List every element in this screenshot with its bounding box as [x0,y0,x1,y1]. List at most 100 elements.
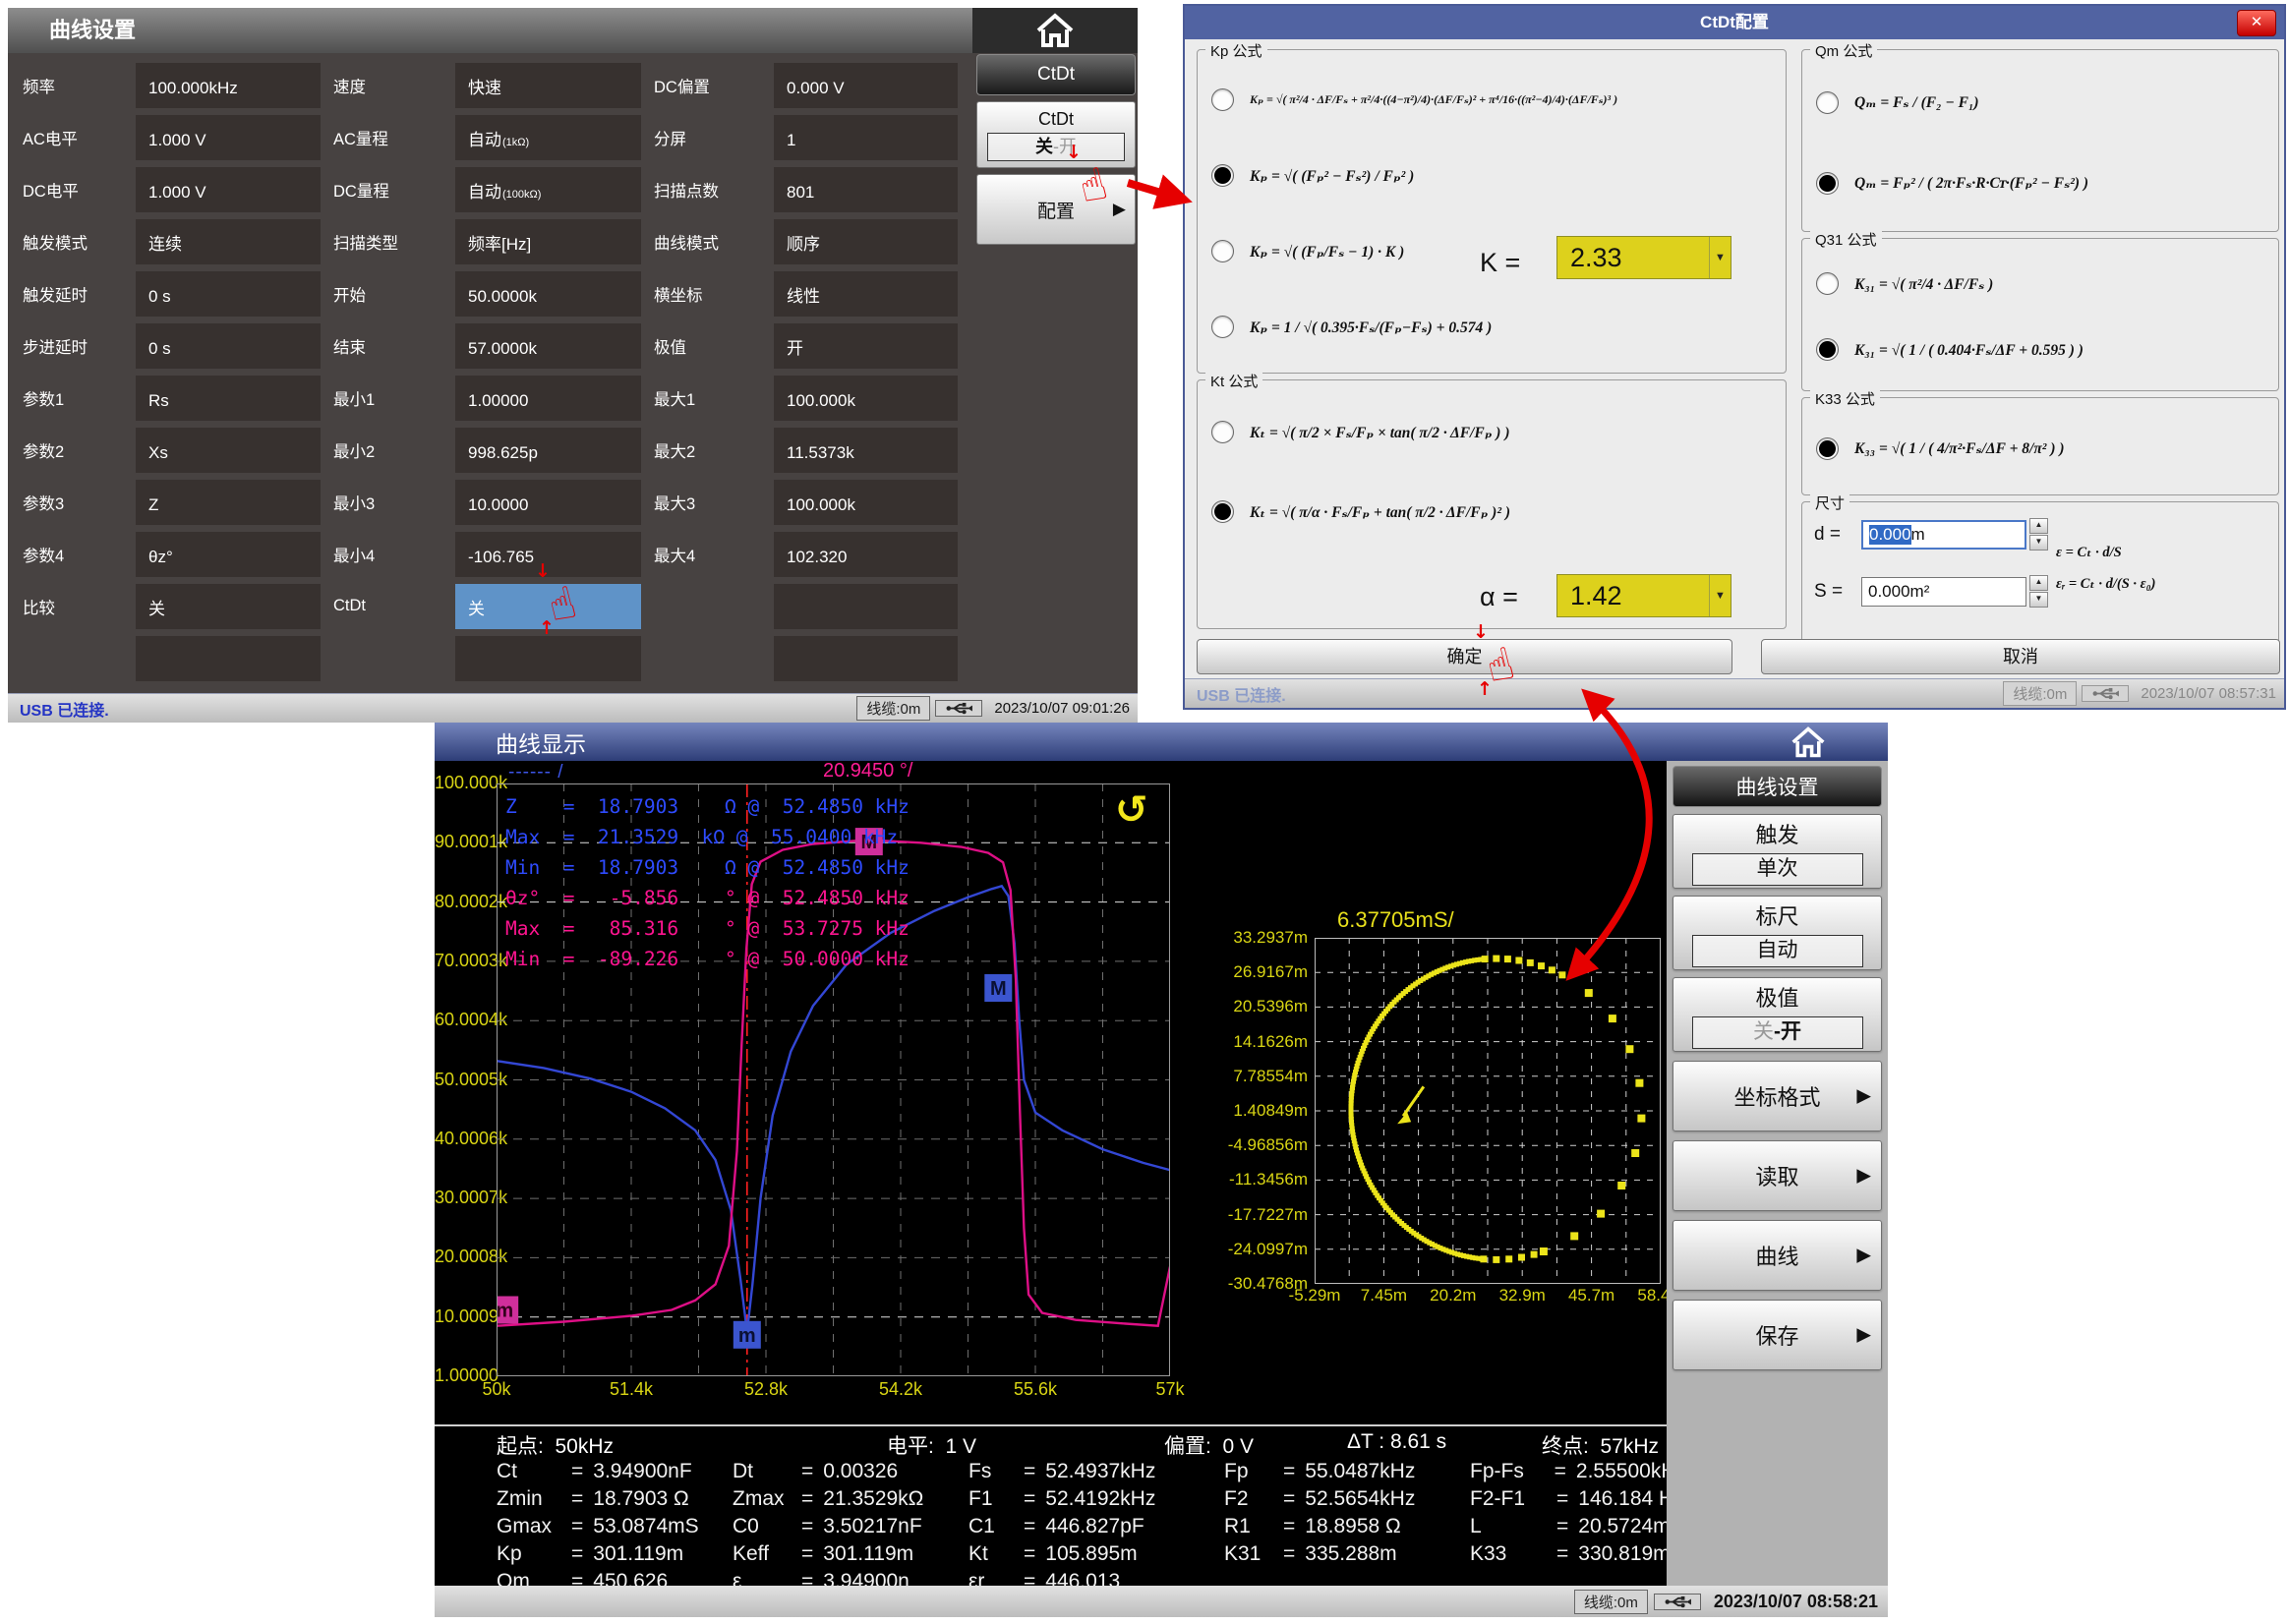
circle-y-tick: 26.9167m [1213,962,1308,982]
q31-group-label: Q31 公式 [1810,229,1882,250]
dropdown-arrow-icon[interactable]: ▼ [1709,237,1731,278]
ok-button[interactable]: 确定 [1197,639,1732,674]
setting-value-r7c6[interactable]: 100.000k [774,376,958,421]
kp-radio-1[interactable] [1211,164,1234,187]
setting-value-r5c2[interactable]: 0 s [136,271,321,317]
readout-line: Z = 18.7903 Ω @ 52.4850 kHz [505,791,910,822]
kt-option-1[interactable]: Kₜ = √( π/α · Fₛ/Fₚ + tan( π/2 · ΔF/Fₚ )… [1198,500,1786,523]
thickness-stepper[interactable]: ▲▼ [2029,518,2048,551]
setting-value-r7c2[interactable]: Rs [136,376,321,421]
setting-value-r1c4[interactable]: 快速 [455,63,641,108]
setting-label-r2c3: AC量程 [323,111,455,163]
setting-value-r2c2[interactable]: 1.000 V [136,115,321,160]
setting-value-r11c6[interactable] [774,584,958,629]
qm-option-1[interactable]: Qₘ = Fₚ² / ( 2π·Fₛ·R·Cᴛ·(Fₚ² − Fₛ²) ) [1802,172,2278,195]
area-label: S = [1814,581,1861,603]
cancel-button[interactable]: 取消 [1761,639,2280,674]
setting-value-r8c4[interactable]: 998.625p [455,428,641,473]
sidebar-item-curve-settings[interactable]: 曲线设置 [1673,766,1882,807]
setting-value-r12c6[interactable] [774,636,958,681]
setting-value-r9c2[interactable]: Z [136,480,321,525]
close-icon[interactable]: ✕ [2237,10,2276,36]
qm-radio-1[interactable] [1816,172,1839,195]
k33-radio-0[interactable] [1816,437,1839,460]
kp-option-1[interactable]: Kₚ = √( (Fₚ² − Fₛ²) / Fₚ² ) [1198,164,1786,187]
setting-value-r4c4[interactable]: 频率[Hz] [455,219,641,264]
kp-radio-2[interactable] [1211,240,1234,262]
read-button[interactable]: 读取 ▶ [1673,1140,1882,1211]
setting-value-r11c4[interactable]: 关 [455,584,641,629]
k-coefficient-select[interactable]: 2.33 ▼ [1556,236,1731,279]
setting-value-r9c6[interactable]: 100.000k [774,480,958,525]
thickness-field[interactable]: 0.000m [1861,520,2026,550]
circle-y-tick: 7.78554m [1213,1067,1308,1086]
setting-value-r9c4[interactable]: 10.0000 [455,480,641,525]
q31-option-0[interactable]: K₃₁ = √( π²/4 · ΔF/Fₛ ) [1802,272,2278,295]
setting-value-r12c2[interactable] [136,636,321,681]
setting-label-r9c3: 最小3 [323,476,455,528]
setting-value-r10c6[interactable]: 102.320 [774,532,958,577]
setting-value-r4c6[interactable]: 顺序 [774,219,958,264]
kt-radio-1[interactable] [1211,500,1234,523]
qm-formula-1: Qₘ = Fₚ² / ( 2π·Fₛ·R·Cᴛ·(Fₚ² − Fₛ²) ) [1854,173,2088,193]
setting-value-r2c6[interactable]: 1 [774,115,958,160]
kt-radio-0[interactable] [1211,421,1234,443]
setting-value-r8c2[interactable]: Xs [136,428,321,473]
kp-option-0[interactable]: Kₚ = √( π²/4 · ΔF/Fₛ + π²/4·((4−π²)/4)·(… [1198,88,1786,111]
thickness-label: d = [1814,524,1861,546]
setting-value-r6c4[interactable]: 57.0000k [455,323,641,369]
kp-radio-0[interactable] [1211,88,1234,111]
qm-option-0[interactable]: Qₘ = Fₛ / (F₂ − F₁) [1802,91,2278,114]
setting-label-r1c1: 频率 [13,59,136,111]
ctdt-toggle-button[interactable]: CtDt 关-开 [976,101,1136,168]
ruler-button[interactable]: 标尺 自动 [1673,896,1882,970]
setting-value-r10c4[interactable]: -106.765 [455,532,641,577]
setting-value-r11c2[interactable]: 关 [136,584,321,629]
kp-radio-3[interactable] [1211,316,1234,338]
setting-label-r11c3: CtDt [323,580,455,632]
home-icon[interactable] [1788,725,1829,760]
setting-value-r5c4[interactable]: 50.0000k [455,271,641,317]
trigger-button[interactable]: 触发 单次 [1673,814,1882,889]
k33-option-0[interactable]: K₃₃ = √( 1 / ( 4/π²·Fₛ/ΔF + 8/π² ) ) [1802,437,2278,460]
home-button-zone[interactable] [972,8,1138,53]
coordinate-format-button[interactable]: 坐标格式 ▶ [1673,1061,1882,1131]
q31-radio-1[interactable] [1816,338,1839,361]
q31-radio-0[interactable] [1816,272,1839,295]
kp-option-3[interactable]: Kₚ = 1 / √( 0.395·Fₛ/(Fₚ−Fₛ) + 0.574 ) [1198,316,1786,338]
dropdown-arrow-icon[interactable]: ▼ [1709,575,1731,616]
home-icon[interactable] [1032,11,1078,50]
setting-value-r3c4[interactable]: 自动(100kΩ) [455,167,641,212]
q31-option-1[interactable]: K₃₁ = √( 1 / ( 0.404·Fₛ/ΔF + 0.595 ) ) [1802,338,2278,361]
qm-radio-0[interactable] [1816,91,1839,114]
setting-value-r8c6[interactable]: 11.5373k [774,428,958,473]
ctdt-config-button[interactable]: 配置 ▶ [976,174,1136,245]
setting-value-r7c4[interactable]: 1.00000 [455,376,641,421]
read-label: 读取 [1755,1160,1798,1191]
setting-value-r1c2[interactable]: 100.000kHz [136,63,321,108]
setting-value-r5c6[interactable]: 线性 [774,271,958,317]
save-button[interactable]: 保存 ▶ [1673,1300,1882,1370]
setting-value-r3c6[interactable]: 801 [774,167,958,212]
curve-button[interactable]: 曲线 ▶ [1673,1220,1882,1291]
setting-value-r4c2[interactable]: 连续 [136,219,321,264]
admittance-circle-chart[interactable] [1315,938,1661,1284]
setting-value-r2c4[interactable]: 自动(1kΩ) [455,115,641,160]
setting-value-r3c2[interactable]: 1.000 V [136,167,321,212]
setting-value-r12c4[interactable] [455,636,641,681]
area-field[interactable]: 0.000m² [1861,577,2026,607]
area-stepper[interactable]: ▲▼ [2029,575,2048,608]
setting-value-r6c6[interactable]: 开 [774,323,958,369]
home-button-zone[interactable] [1788,725,1829,760]
measurement-L: L=20.5724mH [1470,1515,1686,1538]
dialog-body: Kp 公式 Kₚ = √( π²/4 · ΔF/Fₛ + π²/4·((4−π²… [1185,39,2284,708]
q31-formula-group: Q31 公式 K₃₁ = √( π²/4 · ΔF/Fₛ )K₃₁ = √( 1… [1801,238,2279,391]
setting-label-r2c1: AC电平 [13,111,136,163]
setting-value-r6c2[interactable]: 0 s [136,323,321,369]
kt-option-0[interactable]: Kₜ = √( π/2 × Fₛ/Fₚ × tan( π/2 · ΔF/Fₚ )… [1198,421,1786,443]
setting-value-r10c2[interactable]: θz° [136,532,321,577]
alpha-coefficient-select[interactable]: 1.42 ▼ [1556,574,1731,617]
setting-label-r8c3: 最小2 [323,424,455,476]
extreme-toggle-button[interactable]: 极值 关-开 [1673,977,1882,1052]
setting-value-r1c6[interactable]: 0.000 V [774,63,958,108]
